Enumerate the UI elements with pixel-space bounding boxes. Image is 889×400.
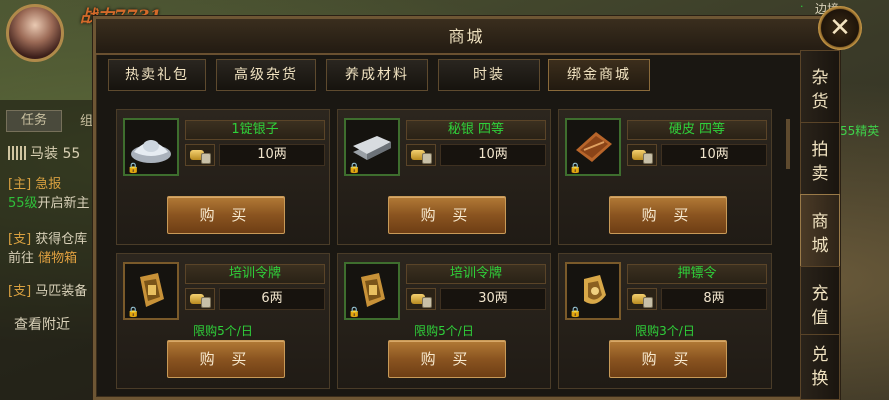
item-price: 10两 [661, 144, 767, 166]
side-tab-shop[interactable]: 商城 [800, 194, 840, 274]
bound-gold-currency-icon [627, 288, 657, 310]
buy-button[interactable]: 购 买 [388, 196, 506, 234]
mithril-bar-icon[interactable]: 🔒 [344, 118, 400, 176]
shop-item-card: 🔒 押镖令 8两 限购3个/日 购 买 [558, 253, 772, 389]
close-icon: ✕ [829, 13, 851, 43]
elite-monster-label: 55精英 [840, 124, 880, 138]
bound-gold-currency-icon [185, 144, 215, 166]
item-price: 10两 [440, 144, 546, 166]
training-token-icon[interactable]: 🔒 [123, 262, 179, 320]
item-name: 押镖令 [627, 264, 767, 284]
item-price: 10两 [219, 144, 325, 166]
side-tab-groceries[interactable]: 杂货 [800, 50, 840, 130]
player-avatar[interactable] [6, 4, 64, 62]
bound-lock-icon: 🔒 [348, 307, 361, 318]
tab-growth-materials[interactable]: 养成材料 [326, 59, 428, 91]
training-token-icon[interactable]: 🔒 [344, 262, 400, 320]
item-price: 6两 [219, 288, 325, 310]
purchase-limit: 限购3个/日 [635, 324, 695, 338]
escort-token-icon[interactable]: 🔒 [565, 262, 621, 320]
side-tab-exchange[interactable]: 兑换 [800, 334, 840, 400]
item-price: 8两 [661, 288, 767, 310]
side-tab-auction[interactable]: 拍卖 [800, 122, 840, 202]
tab-hot-gift-packs[interactable]: 热卖礼包 [108, 59, 206, 91]
bound-lock-icon: 🔒 [569, 163, 582, 174]
item-price: 30两 [440, 288, 546, 310]
tab-team[interactable]: 组 [80, 110, 93, 129]
quest-log-line[interactable]: [主] 急报 [8, 177, 61, 193]
tab-bound-gold-shop[interactable]: 绑金商城 [548, 59, 650, 91]
scene-label-green: · [800, 0, 804, 13]
list-icon [8, 146, 26, 160]
item-name: 1锭银子 [185, 120, 325, 140]
bound-gold-currency-icon [406, 288, 436, 310]
mount-equip-row[interactable]: 马装 55 [8, 143, 80, 163]
silver-ingot-icon[interactable]: 🔒 [123, 118, 179, 176]
quest-log-line[interactable]: 55级开启新主 [8, 196, 90, 212]
shop-item-card: 🔒 培训令牌 30两 限购5个/日 购 买 [337, 253, 551, 389]
bound-gold-currency-icon [185, 288, 215, 310]
shop-item-card: 🔒 秘银 四等 10两 购 买 [337, 109, 551, 245]
quest-log-line[interactable]: [支] 马匹装备 [8, 284, 87, 300]
tab-fashion[interactable]: 时装 [438, 59, 540, 91]
bound-lock-icon: 🔒 [127, 307, 140, 318]
bound-lock-icon: 🔒 [348, 163, 361, 174]
quest-log-line[interactable]: 前往 储物箱 [8, 251, 77, 267]
close-button[interactable]: ✕ [818, 6, 862, 50]
item-name: 培训令牌 [185, 264, 325, 284]
buy-button[interactable]: 购 买 [167, 340, 285, 378]
shop-item-card: 🔒 1锭银子 10两 购 买 [116, 109, 330, 245]
shop-title: 商城 [448, 27, 485, 46]
tab-premium-goods[interactable]: 高级杂货 [216, 59, 316, 91]
bound-lock-icon: 🔒 [569, 307, 582, 318]
hard-leather-icon[interactable]: 🔒 [565, 118, 621, 176]
buy-button[interactable]: 购 买 [609, 196, 727, 234]
shop-item-card: 🔒 硬皮 四等 10两 购 买 [558, 109, 772, 245]
buy-button[interactable]: 购 买 [167, 196, 285, 234]
bound-gold-currency-icon [406, 144, 436, 166]
partial-card-edge [786, 119, 790, 169]
buy-button[interactable]: 购 买 [609, 340, 727, 378]
item-name: 硬皮 四等 [627, 120, 767, 140]
bound-gold-currency-icon [627, 144, 657, 166]
shop-window: 商城 热卖礼包 高级杂货 养成材料 时装 绑金商城 🔒 1锭银子 10两 购 买… [93, 16, 840, 400]
purchase-limit: 限购5个/日 [414, 324, 474, 338]
item-name: 培训令牌 [406, 264, 546, 284]
buy-button[interactable]: 购 买 [388, 340, 506, 378]
quest-log-line[interactable]: [支] 获得仓库 [8, 232, 87, 248]
shop-item-card: 🔒 培训令牌 6两 限购5个/日 购 买 [116, 253, 330, 389]
item-name: 秘银 四等 [406, 120, 546, 140]
bound-lock-icon: 🔒 [127, 163, 140, 174]
mount-equip-label: 马装 55 [30, 146, 81, 162]
tab-tasks[interactable]: 任务 [6, 110, 62, 132]
view-nearby-button[interactable]: 查看附近 [14, 314, 70, 334]
purchase-limit: 限购5个/日 [193, 324, 253, 338]
